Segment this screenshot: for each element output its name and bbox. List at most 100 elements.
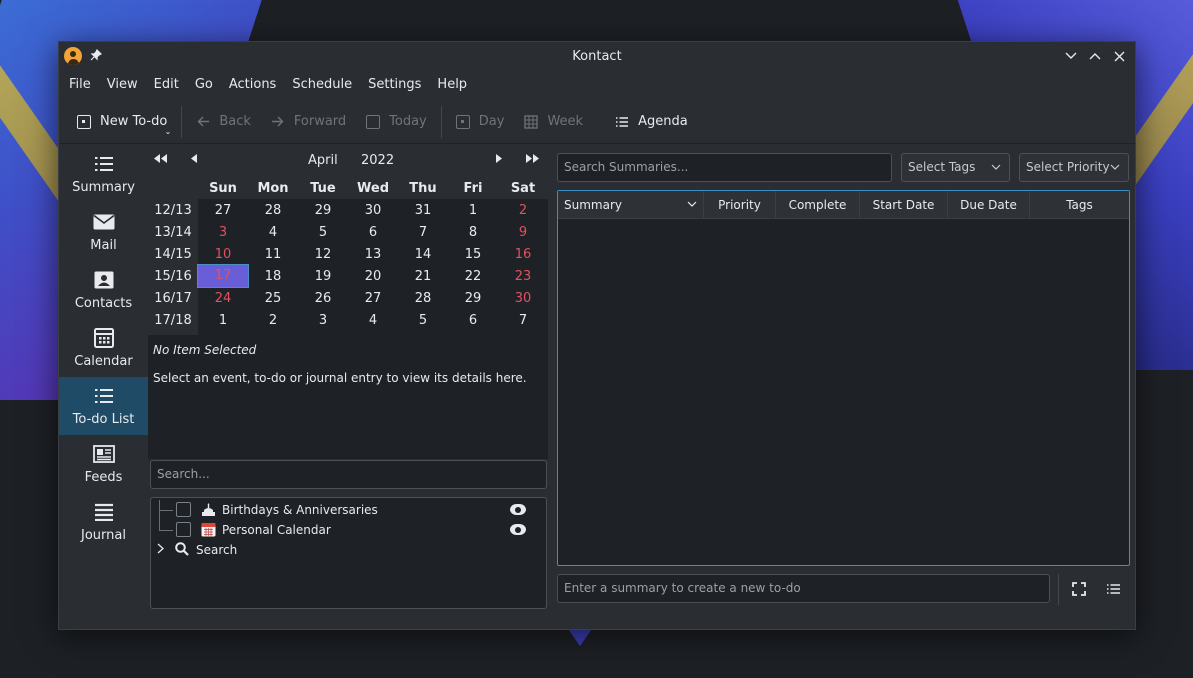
dropdown-caret-icon[interactable]: ⌄	[165, 127, 172, 136]
year-label[interactable]: 2022	[361, 153, 394, 168]
pin-icon[interactable]	[90, 48, 103, 64]
next-year-icon[interactable]	[525, 153, 539, 166]
sidebar-item-todo-list[interactable]: To-do List	[59, 377, 148, 435]
menu-help[interactable]: Help	[429, 70, 475, 100]
calendar-day[interactable]: 23	[498, 269, 548, 284]
calendar-day[interactable]: 2	[248, 313, 298, 328]
calendar-day[interactable]: 31	[398, 203, 448, 218]
calendar-checkbox[interactable]	[176, 522, 191, 537]
menu-edit[interactable]: Edit	[146, 70, 187, 100]
forward-button[interactable]: Forward	[261, 106, 356, 138]
user-avatar-icon[interactable]	[64, 47, 82, 65]
calendar-day[interactable]: 9	[498, 225, 548, 240]
calendar-day-today[interactable]: 17	[197, 264, 249, 288]
calendar-day[interactable]: 4	[348, 313, 398, 328]
calendar-day[interactable]: 1	[448, 203, 498, 218]
week-number[interactable]: 13/14	[148, 225, 198, 240]
calendar-day[interactable]: 10	[198, 247, 248, 262]
agenda-button[interactable]: Agenda	[605, 106, 698, 138]
sidebar-item-mail[interactable]: Mail	[59, 203, 148, 261]
calendar-day[interactable]: 3	[298, 313, 348, 328]
quick-add-todo-input[interactable]: Enter a summary to create a new to-do	[557, 574, 1050, 603]
eye-icon[interactable]	[510, 524, 526, 535]
calendar-day[interactable]: 29	[448, 291, 498, 306]
calendar-day[interactable]: 27	[198, 203, 248, 218]
calendar-day[interactable]: 25	[248, 291, 298, 306]
new-todo-button[interactable]: New To-do ⌄	[67, 106, 177, 138]
search-tree-node[interactable]: Search	[151, 540, 546, 560]
sidebar-item-summary[interactable]: Summary	[59, 145, 148, 203]
calendar-day[interactable]: 21	[398, 269, 448, 284]
calendar-day[interactable]: 20	[348, 269, 398, 284]
calendar-day[interactable]: 15	[448, 247, 498, 262]
calendar-day[interactable]: 18	[248, 269, 298, 284]
calendar-checkbox[interactable]	[176, 502, 191, 517]
calendar-day[interactable]: 26	[298, 291, 348, 306]
sidebar-item-feeds[interactable]: Feeds	[59, 435, 148, 493]
column-header-due-date[interactable]: Due Date	[948, 191, 1030, 219]
chevron-right-icon[interactable]	[157, 543, 164, 557]
maximize-icon[interactable]	[1085, 46, 1105, 66]
column-header-complete[interactable]: Complete	[776, 191, 860, 219]
calendar-day[interactable]: 8	[448, 225, 498, 240]
calendar-day[interactable]: 19	[298, 269, 348, 284]
calendar-day[interactable]: 30	[348, 203, 398, 218]
todo-table[interactable]: Summary Priority Complete Start Date Due…	[557, 190, 1130, 566]
week-number[interactable]: 12/13	[148, 203, 198, 218]
eye-icon[interactable]	[510, 504, 526, 515]
calendar-day[interactable]: 3	[198, 225, 248, 240]
calendar-day[interactable]: 27	[348, 291, 398, 306]
menu-schedule[interactable]: Schedule	[284, 70, 360, 100]
calendar-day[interactable]: 1	[198, 313, 248, 328]
previous-month-icon[interactable]	[191, 153, 197, 166]
previous-year-icon[interactable]	[154, 153, 168, 166]
calendar-day[interactable]: 13	[348, 247, 398, 262]
select-priority-dropdown[interactable]: Select Priority	[1019, 153, 1129, 182]
calendar-day[interactable]: 14	[398, 247, 448, 262]
day-view-button[interactable]: Day	[446, 106, 515, 138]
calendar-search-input[interactable]: Search...	[150, 460, 547, 489]
month-label[interactable]: April	[308, 153, 338, 168]
calendar-day[interactable]: 2	[498, 203, 548, 218]
calendar-day[interactable]: 30	[498, 291, 548, 306]
calendar-list-item[interactable]: Birthdays & Anniversaries	[151, 500, 546, 520]
list-view-icon[interactable]	[1103, 579, 1123, 599]
calendar-day[interactable]: 12	[298, 247, 348, 262]
column-header-summary[interactable]: Summary	[558, 191, 704, 219]
calendar-day[interactable]: 7	[498, 313, 548, 328]
calendar-day[interactable]: 16	[498, 247, 548, 262]
calendar-day[interactable]: 24	[198, 291, 248, 306]
menu-go[interactable]: Go	[187, 70, 221, 100]
calendar-day[interactable]: 22	[448, 269, 498, 284]
week-number[interactable]: 17/18	[148, 313, 198, 328]
sidebar-item-journal[interactable]: Journal	[59, 493, 148, 551]
close-icon[interactable]	[1109, 46, 1129, 66]
menu-actions[interactable]: Actions	[221, 70, 285, 100]
sidebar-item-contacts[interactable]: Contacts	[59, 261, 148, 319]
week-number[interactable]: 15/16	[148, 269, 198, 284]
calendar-day[interactable]: 5	[298, 225, 348, 240]
minimize-icon[interactable]	[1061, 46, 1081, 66]
search-summaries-input[interactable]: Search Summaries...	[557, 153, 892, 182]
week-number[interactable]: 14/15	[148, 247, 198, 262]
back-button[interactable]: Back	[186, 106, 261, 138]
calendar-day[interactable]: 7	[398, 225, 448, 240]
sidebar-item-calendar[interactable]: Calendar	[59, 319, 148, 377]
week-number[interactable]: 16/17	[148, 291, 198, 306]
fullscreen-icon[interactable]	[1069, 579, 1089, 599]
today-button[interactable]: Today	[356, 106, 437, 138]
calendar-day[interactable]: 28	[398, 291, 448, 306]
calendar-day[interactable]: 6	[348, 225, 398, 240]
column-header-start-date[interactable]: Start Date	[860, 191, 948, 219]
calendar-day[interactable]: 29	[298, 203, 348, 218]
calendar-day[interactable]: 28	[248, 203, 298, 218]
calendar-day[interactable]: 6	[448, 313, 498, 328]
column-header-tags[interactable]: Tags	[1030, 191, 1129, 219]
menu-file[interactable]: File	[61, 70, 99, 100]
menu-settings[interactable]: Settings	[360, 70, 429, 100]
calendar-day[interactable]: 5	[398, 313, 448, 328]
menu-view[interactable]: View	[99, 70, 146, 100]
calendar-day[interactable]: 11	[248, 247, 298, 262]
calendar-day[interactable]: 4	[248, 225, 298, 240]
next-month-icon[interactable]	[496, 153, 502, 166]
